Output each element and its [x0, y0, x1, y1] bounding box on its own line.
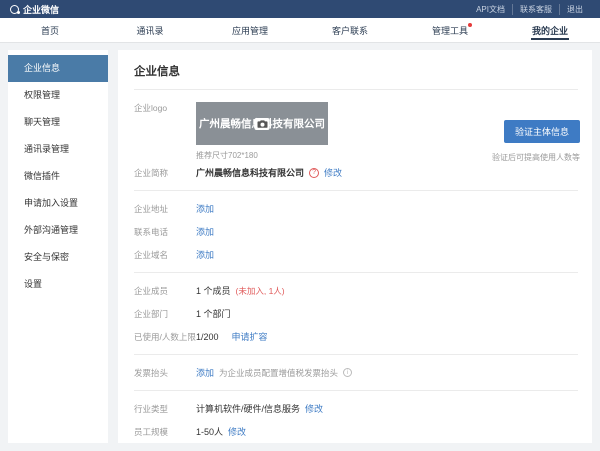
members-row: 企业成员 1 个成员 (未加入, 1人): [134, 279, 578, 302]
brand-name: 企业微信: [23, 3, 59, 16]
tab-app-management[interactable]: 应用管理: [200, 18, 300, 42]
departments-row: 企业部门 1 个部门: [134, 302, 578, 325]
section-contact: 企业地址 添加 联系电话 添加 企业域名 添加: [134, 191, 578, 273]
company-logo-image[interactable]: 广州晨畅信息科技有限公司: [196, 102, 328, 145]
sidebar-item-security[interactable]: 安全与保密: [8, 244, 108, 271]
edit-industry-link[interactable]: 修改: [305, 402, 323, 415]
main-nav: 首页 通讯录 应用管理 客户联系 管理工具 我的企业: [0, 18, 600, 42]
content-area: 企业信息 权限管理 聊天管理 通讯录管理 微信插件 申请加入设置 外部沟通管理 …: [0, 42, 600, 451]
industry-value: 计算机软件/硬件/信息服务: [196, 402, 300, 415]
tab-management-tools[interactable]: 管理工具: [400, 18, 500, 42]
sidebar-item-company-info[interactable]: 企业信息: [8, 55, 108, 82]
section-invoice: 发票抬头 添加 为企业成员配置增值税发票抬头 i: [134, 355, 578, 391]
apply-expand-link[interactable]: 申请扩容: [232, 330, 268, 343]
verify-block: 验证主体信息 验证后可提高使用人数等: [492, 120, 580, 163]
company-short-name: 广州晨畅信息科技有限公司: [196, 166, 304, 179]
sidebar-item-settings[interactable]: 设置: [8, 271, 108, 298]
staff-size-row: 员工规模 1-50人 修改: [134, 420, 578, 443]
invoice-desc: 为企业成员配置增值税发票抬头: [219, 367, 338, 379]
logo-size-hint: 推荐尺寸702*180: [196, 150, 328, 161]
tab-my-company[interactable]: 我的企业: [500, 18, 600, 42]
add-phone-link[interactable]: 添加: [196, 225, 214, 238]
add-invoice-link[interactable]: 添加: [196, 366, 214, 379]
sidebar-item-chat-management[interactable]: 聊天管理: [8, 109, 108, 136]
field-label: 企业简称: [134, 167, 196, 179]
members-not-joined-note: (未加入, 1人): [236, 285, 285, 297]
sidebar-item-permissions[interactable]: 权限管理: [8, 82, 108, 109]
sidebar-item-wechat-plugin[interactable]: 微信插件: [8, 163, 108, 190]
departments-count: 1 个部门: [196, 307, 231, 320]
wecom-logo-icon: [10, 5, 19, 14]
logout-link[interactable]: 退出: [559, 4, 590, 15]
members-count: 1 个成员: [196, 284, 231, 297]
short-name-row: 企业简称 广州晨畅信息科技有限公司 ? 修改: [134, 161, 578, 184]
tab-customer-contact[interactable]: 客户联系: [300, 18, 400, 42]
page-title: 企业信息: [134, 50, 578, 90]
invoice-row: 发票抬头 添加 为企业成员配置增值税发票抬头 i: [134, 361, 578, 384]
notification-dot: [468, 23, 472, 27]
usage-row: 已使用/人数上限 1/200 申请扩容: [134, 325, 578, 348]
industry-row: 行业类型 计算机软件/硬件/信息服务 修改: [134, 397, 578, 420]
verify-caption: 验证后可提高使用人数等: [492, 152, 580, 163]
sidebar-item-join-settings[interactable]: 申请加入设置: [8, 190, 108, 217]
add-address-link[interactable]: 添加: [196, 202, 214, 215]
section-members: 企业成员 1 个成员 (未加入, 1人) 企业部门 1 个部门 已使用/人数上限…: [134, 273, 578, 355]
phone-row: 联系电话 添加: [134, 220, 578, 243]
verify-entity-button[interactable]: 验证主体信息: [504, 120, 580, 143]
topbar-links: API文档 联系客服 退出: [469, 4, 590, 15]
staff-size-value: 1-50人: [196, 425, 223, 438]
brand: 企业微信: [10, 3, 59, 16]
section-profile: 行业类型 计算机软件/硬件/信息服务 修改 员工规模 1-50人 修改: [134, 391, 578, 443]
active-tab-underline: [531, 38, 569, 40]
camera-icon[interactable]: [255, 118, 270, 130]
field-label: 企业logo: [134, 102, 196, 114]
sidebar-item-external-communication[interactable]: 外部沟通管理: [8, 217, 108, 244]
edit-staff-size-link[interactable]: 修改: [228, 425, 246, 438]
edit-short-name-link[interactable]: 修改: [324, 166, 342, 179]
sidebar: 企业信息 权限管理 聊天管理 通讯录管理 微信插件 申请加入设置 外部沟通管理 …: [8, 50, 108, 443]
sidebar-item-contacts-management[interactable]: 通讯录管理: [8, 136, 108, 163]
contact-support-link[interactable]: 联系客服: [512, 4, 559, 15]
topbar: 企业微信 API文档 联系客服 退出: [0, 0, 600, 18]
address-row: 企业地址 添加: [134, 197, 578, 220]
api-docs-link[interactable]: API文档: [469, 4, 512, 15]
tab-home[interactable]: 首页: [0, 18, 100, 42]
main-panel: 企业信息 验证主体信息 验证后可提高使用人数等 企业logo 广州晨畅信息科技有…: [118, 50, 592, 443]
add-domain-link[interactable]: 添加: [196, 248, 214, 261]
info-icon[interactable]: i: [343, 368, 352, 377]
help-question-icon[interactable]: ?: [309, 168, 319, 178]
usage-value: 1/200: [196, 332, 219, 342]
domain-row: 企业域名 添加: [134, 243, 578, 266]
tab-contacts[interactable]: 通讯录: [100, 18, 200, 42]
